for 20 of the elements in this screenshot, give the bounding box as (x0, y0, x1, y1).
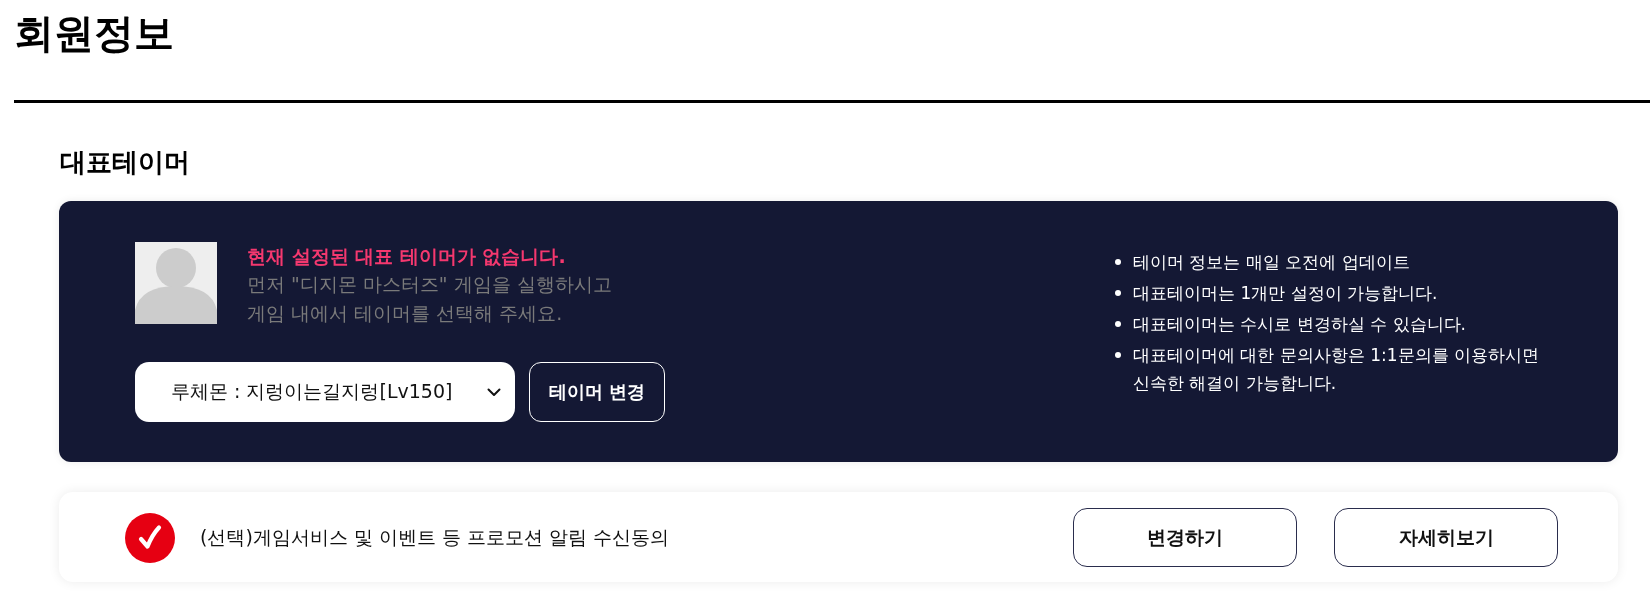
bullet-icon (1115, 352, 1121, 358)
bullet-icon (1115, 259, 1121, 265)
checkmark-circle-icon[interactable] (125, 512, 175, 563)
info-text: 테이머 정보는 매일 오전에 업데이트 (1133, 251, 1410, 274)
consent-label: (선택)게임서비스 및 이벤트 등 프로모션 알림 수신동의 (200, 524, 670, 550)
info-text: 대표테이머는 수시로 변경하실 수 있습니다. (1133, 313, 1467, 336)
notice-title: 현재 설정된 대표 테이머가 없습니다. (247, 244, 567, 269)
bullet-icon (1115, 290, 1121, 296)
details-button[interactable]: 자세히보기 (1334, 508, 1558, 567)
chevron-down-icon (487, 387, 501, 397)
info-text: 대표테이머는 1개만 설정이 가능합니다. (1133, 282, 1438, 305)
tamer-select[interactable]: 루체몬 : 지렁이는길지렁[Lv150] (135, 362, 515, 422)
change-tamer-button[interactable]: 테이머 변경 (529, 362, 665, 422)
bullet-icon (1115, 321, 1121, 327)
page-title: 회원정보 (14, 9, 174, 58)
notice-description: 먼저 "디지몬 마스터즈" 게임을 실행하시고 게임 내에서 테이머를 선택해 주세요. (247, 272, 612, 326)
user-silhouette-icon (135, 242, 217, 324)
change-button[interactable]: 변경하기 (1073, 508, 1297, 567)
info-text: 대표테이머에 대한 문의사항은 1:1문의를 이용하시면 신속한 해결이 가능합니다. (1133, 344, 1540, 395)
section-heading: 대표테이머 (60, 146, 190, 179)
